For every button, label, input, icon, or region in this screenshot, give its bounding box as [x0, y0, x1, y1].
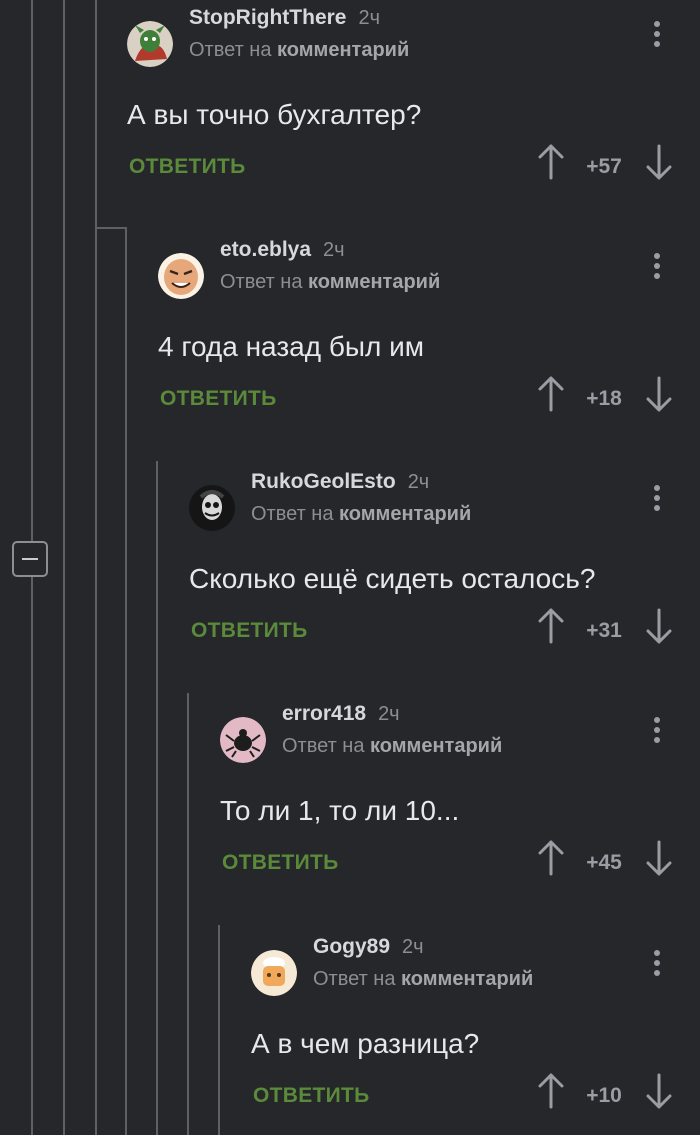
avatar[interactable] — [158, 253, 204, 299]
comment-score: +10 — [586, 1084, 622, 1107]
downvote-arrow-icon[interactable] — [645, 840, 673, 876]
more-vertical-icon[interactable] — [653, 950, 661, 978]
comment-author[interactable]: error418 2ч — [282, 702, 400, 726]
author-name[interactable]: error418 — [282, 702, 366, 725]
comment-score: +57 — [586, 155, 622, 178]
thread-guide-line — [31, 0, 33, 541]
thread-guide-line — [95, 0, 97, 1135]
comment-time: 2ч — [358, 7, 381, 29]
reply-to-label: Ответ на — [282, 735, 365, 757]
reply-to-link[interactable]: комментарий — [339, 503, 471, 525]
reply-to-label: Ответ на — [313, 968, 396, 990]
collapse-thread-button[interactable] — [12, 541, 48, 577]
reply-button[interactable]: ОТВЕТИТЬ — [191, 619, 308, 643]
more-vertical-icon[interactable] — [653, 717, 661, 745]
reply-button[interactable]: ОТВЕТИТЬ — [253, 1084, 370, 1108]
reply-to: Ответ на комментарий — [189, 39, 409, 62]
author-name[interactable]: StopRightThere — [189, 6, 347, 29]
avatar[interactable] — [127, 21, 173, 67]
comment-time: 2ч — [407, 471, 430, 493]
upvote-arrow-icon[interactable] — [537, 144, 565, 180]
reply-to-label: Ответ на — [220, 271, 303, 293]
avatar[interactable] — [251, 950, 297, 996]
author-name[interactable]: Gogy89 — [313, 935, 390, 958]
comment-time: 2ч — [323, 239, 345, 261]
comment-score: +18 — [586, 387, 622, 410]
comment-score: +45 — [586, 851, 622, 874]
reply-to-link[interactable]: комментарий — [370, 735, 502, 757]
reply-button[interactable]: ОТВЕТИТЬ — [222, 851, 339, 875]
author-name[interactable]: RukoGeolEsto — [251, 470, 396, 493]
comment-author[interactable]: eto.eblya 2ч — [220, 238, 345, 262]
comment-text: То ли 1, то ли 10... — [220, 795, 460, 826]
avatar[interactable] — [220, 717, 266, 763]
downvote-arrow-icon[interactable] — [645, 1073, 673, 1109]
upvote-arrow-icon[interactable] — [537, 840, 565, 876]
avatar[interactable] — [189, 485, 235, 531]
comment-text: 4 года назад был им — [158, 331, 425, 362]
comment-text: Сколько ещё сидеть осталось? — [189, 563, 596, 594]
reply-to-label: Ответ на — [189, 39, 272, 61]
upvote-arrow-icon[interactable] — [537, 376, 565, 412]
author-name[interactable]: eto.eblya — [220, 238, 311, 261]
comment-time: 2ч — [402, 936, 424, 958]
reply-to-link[interactable]: комментарий — [401, 968, 533, 990]
reply-to: Ответ на комментарий — [220, 271, 440, 294]
downvote-arrow-icon[interactable] — [645, 376, 673, 412]
comment-score: +31 — [586, 619, 622, 642]
thread-guide-line — [156, 461, 158, 1135]
upvote-arrow-icon[interactable] — [537, 608, 565, 644]
thread-branch — [95, 227, 127, 229]
more-vertical-icon[interactable] — [653, 485, 661, 513]
downvote-arrow-icon[interactable] — [645, 144, 673, 180]
reply-button[interactable]: ОТВЕТИТЬ — [160, 387, 277, 411]
more-vertical-icon[interactable] — [653, 21, 661, 49]
reply-to-label: Ответ на — [251, 503, 334, 525]
reply-to: Ответ на комментарий — [282, 735, 502, 758]
thread-guide-line — [187, 693, 189, 1135]
comment-author[interactable]: RukoGeolEsto 2ч — [251, 470, 429, 494]
comment-time: 2ч — [378, 703, 400, 725]
thread-guide-line — [63, 0, 65, 1135]
thread-guide-line — [218, 925, 220, 1135]
downvote-arrow-icon[interactable] — [645, 608, 673, 644]
more-vertical-icon[interactable] — [653, 253, 661, 281]
upvote-arrow-icon[interactable] — [537, 1073, 565, 1109]
thread-guide-line — [31, 577, 33, 1135]
reply-to: Ответ на комментарий — [251, 503, 471, 526]
comment-author[interactable]: Gogy89 2ч — [313, 935, 424, 959]
comment-text: А в чем разница? — [251, 1028, 480, 1059]
reply-to: Ответ на комментарий — [313, 968, 533, 991]
reply-button[interactable]: ОТВЕТИТЬ — [129, 155, 246, 179]
comment-author[interactable]: StopRightThere 2ч — [189, 6, 380, 30]
reply-to-link[interactable]: комментарий — [308, 271, 440, 293]
reply-to-link[interactable]: комментарий — [277, 39, 409, 61]
thread-guide-line — [125, 229, 127, 1135]
comment-text: А вы точно бухгалтер? — [127, 99, 422, 130]
